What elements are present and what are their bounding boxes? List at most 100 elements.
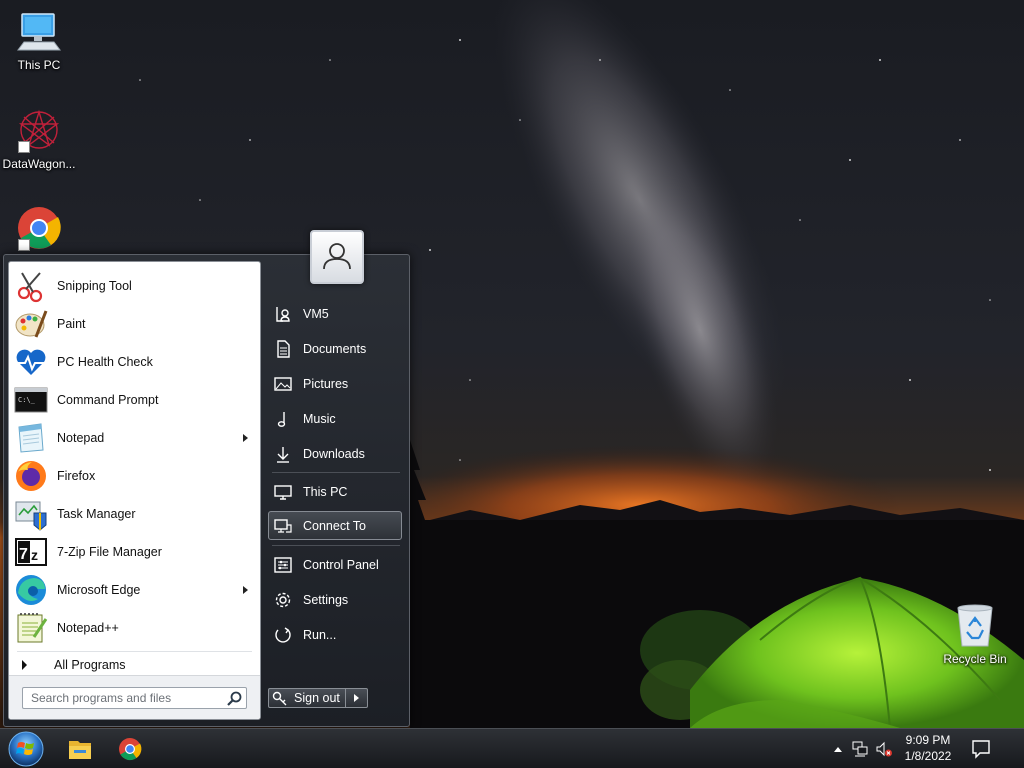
user-icon [323,243,351,270]
chrome-icon [16,205,62,251]
search-box [22,687,247,709]
program-label: Microsoft Edge [57,583,141,597]
start-item-label: Control Panel [303,557,379,572]
snipping-tool-icon [14,269,48,303]
start-item-music[interactable]: Music [268,404,402,433]
connect-to-icon [274,517,292,535]
program-microsoft-edge[interactable]: Microsoft Edge [9,571,260,609]
program-pc-health-check[interactable]: PC Health Check [9,343,260,381]
taskbar: 9:09 PM 1/8/2022 [0,728,1024,768]
pictures-icon [274,375,292,393]
taskbar-clock[interactable]: 9:09 PM 1/8/2022 [895,732,961,764]
search-area [9,675,260,719]
programs-pane: Snipping Tool Paint PC Health Check C:\_… [8,261,261,720]
start-item-documents[interactable]: Documents [268,334,402,363]
programs-list: Snipping Tool Paint PC Health Check C:\_… [9,262,260,647]
volume-muted-icon [876,741,892,757]
search-input[interactable] [23,688,221,708]
program-snipping-tool[interactable]: Snipping Tool [9,267,260,305]
desktop-icon-this-pc[interactable]: This PC [0,8,78,72]
start-item-connect-to[interactable]: Connect To [268,511,402,540]
notepad-icon [14,421,48,455]
program-label: PC Health Check [57,355,153,369]
start-item-label: Pictures [303,376,349,391]
music-icon [274,410,292,428]
user-avatar[interactable] [310,230,364,284]
program-command-prompt[interactable]: C:\_ Command Prompt [9,381,260,419]
chevron-right-icon [22,660,27,670]
edge-icon [14,573,48,607]
program-label: Task Manager [57,507,136,521]
start-item-settings[interactable]: Settings [268,585,402,614]
desktop-icon-label: DataWagon... [2,157,76,171]
chrome-icon [119,738,142,761]
svg-text:C:\_: C:\_ [18,396,36,404]
taskbar-chrome[interactable] [110,733,150,765]
user-folder-icon [274,305,292,323]
windows-orb-icon [8,731,44,767]
svg-text:z: z [31,547,38,563]
start-item-vm5[interactable]: VM5 [268,299,402,328]
file-explorer-icon [69,741,91,759]
start-item-label: This PC [303,484,348,499]
start-button[interactable] [6,730,46,768]
start-item-label: Music [303,411,336,426]
show-hidden-icons-button[interactable] [829,740,847,758]
computer-icon [274,483,292,501]
search-icon[interactable] [226,690,243,707]
action-center-button[interactable] [968,737,994,761]
program-label: Paint [57,317,86,331]
divider [272,545,400,546]
seven-zip-icon: 7 z [14,535,48,569]
program-label: 7-Zip File Manager [57,545,162,559]
desktop-icon-label: This PC [17,58,61,72]
notification-icon [972,740,990,759]
recycle-bin-icon [952,602,998,648]
program-notepad-plus-plus[interactable]: Notepad++ [9,609,260,647]
program-notepad[interactable]: Notepad [9,419,260,457]
start-item-this-pc[interactable]: This PC [268,477,402,506]
program-firefox[interactable]: Firefox [9,457,260,495]
start-item-label: Downloads [303,446,365,461]
start-item-label: Connect To [303,518,367,533]
program-label: Command Prompt [57,393,159,407]
sign-out-label: Sign out [294,691,340,705]
notepad-plus-plus-icon [14,611,48,645]
desktop-icon-recycle-bin[interactable]: Recycle Bin [936,602,1014,666]
start-menu: Snipping Tool Paint PC Health Check C:\_… [3,230,410,727]
control-panel-icon [274,556,292,574]
desktop-icon-datawagon[interactable]: DataWagon... [0,107,78,171]
command-prompt-icon: C:\_ [14,383,48,417]
program-paint[interactable]: Paint [9,305,260,343]
volume-tray-button[interactable] [875,740,893,758]
start-item-pictures[interactable]: Pictures [268,369,402,398]
start-item-label: Documents [303,341,367,356]
desktop-icon-chrome[interactable] [0,205,78,255]
start-item-control-panel[interactable]: Control Panel [268,550,402,579]
start-item-label: Run... [303,627,337,642]
start-item-run[interactable]: Run... [268,620,402,649]
start-item-downloads[interactable]: Downloads [268,439,402,468]
all-programs-label: All Programs [54,658,126,672]
shortcut-arrow-icon [18,141,30,153]
network-tray-button[interactable] [851,740,869,758]
run-icon [274,626,292,644]
paint-icon [14,307,48,341]
submenu-arrow-icon[interactable] [243,434,248,442]
shutdown-options-button[interactable] [346,688,368,708]
network-icon [852,741,868,757]
program-label: Notepad++ [57,621,119,635]
chevron-up-icon [834,747,842,752]
key-icon [272,690,288,706]
start-item-label: VM5 [303,306,329,321]
taskbar-file-explorer[interactable] [60,733,100,765]
program-task-manager[interactable]: Task Manager [9,495,260,533]
program-label: Firefox [57,469,96,483]
program-7zip[interactable]: 7 z 7-Zip File Manager [9,533,260,571]
datawagon-icon [16,107,62,153]
desktop-icon-label: Recycle Bin [943,652,1007,666]
computer-icon [16,8,62,54]
shortcut-arrow-icon [18,239,30,251]
submenu-arrow-icon[interactable] [243,586,248,594]
sign-out-button[interactable]: Sign out [268,688,346,708]
